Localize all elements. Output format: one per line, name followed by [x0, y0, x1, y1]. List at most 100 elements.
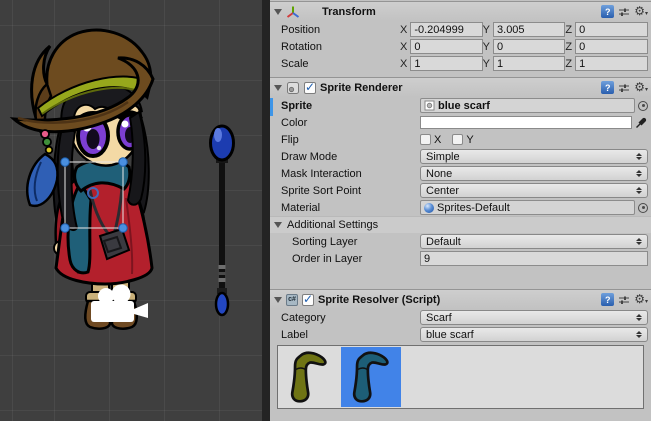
sprite-sort-point-value: Center — [426, 185, 459, 197]
order-in-layer-label: Order in Layer — [281, 253, 420, 265]
transform-header[interactable]: Transform ? ⚙▾ — [270, 1, 651, 21]
csharp-script-icon: c# — [286, 294, 298, 306]
selection-handle[interactable] — [61, 224, 69, 232]
selection-handle[interactable] — [61, 158, 69, 166]
dropdown-arrow-icon — [636, 187, 642, 194]
sprite-mini-icon — [424, 100, 435, 111]
inspector-panel: Transform ? ⚙▾ Position X Y Z Rotation X… — [270, 0, 651, 421]
x-axis-label: X — [400, 24, 407, 36]
flip-x-label: X — [434, 134, 441, 146]
foldout-icon[interactable] — [274, 222, 282, 228]
selection-handle[interactable] — [119, 158, 127, 166]
eyedropper-icon[interactable] — [635, 116, 648, 129]
scene-canvas — [0, 0, 262, 421]
additional-settings-label: Additional Settings — [287, 219, 378, 231]
draw-mode-value: Simple — [426, 151, 460, 163]
sprite-sort-point-dropdown[interactable]: Center — [420, 183, 648, 198]
gear-icon[interactable]: ⚙▾ — [634, 5, 648, 18]
position-label: Position — [281, 24, 400, 36]
scale-z-field[interactable] — [575, 56, 648, 71]
color-swatch[interactable] — [420, 116, 632, 129]
category-label: Category — [281, 312, 420, 324]
presets-icon[interactable] — [618, 294, 630, 306]
staff-sprite[interactable] — [211, 126, 234, 315]
material-object-field[interactable]: Sprites-Default — [420, 200, 635, 215]
draw-mode-label: Draw Mode — [281, 151, 420, 163]
prefab-override-bar — [270, 98, 273, 116]
panel-divider[interactable] — [262, 0, 270, 421]
sprite-sort-point-row: Sprite Sort Point Center — [270, 182, 651, 199]
flip-y-checkbox[interactable] — [452, 134, 463, 145]
transform-icon — [286, 5, 300, 19]
object-picker-icon[interactable] — [638, 203, 648, 213]
object-picker-icon[interactable] — [638, 101, 648, 111]
flip-label: Flip — [281, 134, 420, 146]
help-icon[interactable]: ? — [601, 293, 614, 306]
presets-icon[interactable] — [618, 82, 630, 94]
flip-row: Flip X Y — [270, 131, 651, 148]
sprite-value: blue scarf — [438, 100, 490, 112]
order-in-layer-row: Order in Layer — [270, 250, 651, 267]
character-sprite[interactable] — [14, 30, 153, 329]
material-sphere-icon — [424, 203, 434, 213]
position-row: Position X Y Z — [270, 21, 651, 38]
category-dropdown[interactable]: Scarf — [420, 310, 648, 325]
sprite-resolver-header[interactable]: c# Sprite Resolver (Script) ? ⚙▾ — [270, 289, 651, 309]
scene-view[interactable] — [0, 0, 262, 421]
sprite-renderer-component: Sprite Renderer ? ⚙▾ Sprite — [270, 77, 651, 267]
foldout-icon[interactable] — [274, 85, 282, 91]
material-value: Sprites-Default — [437, 202, 510, 214]
mask-interaction-value: None — [426, 168, 452, 180]
sorting-layer-value: Default — [426, 236, 461, 248]
sprite-label: Sprite — [281, 100, 420, 112]
category-row: Category Scarf — [270, 309, 651, 326]
sprite-thumbnail-selector — [277, 345, 644, 409]
rotation-y-field[interactable] — [493, 39, 565, 54]
foldout-icon[interactable] — [274, 297, 282, 303]
material-label: Material — [281, 202, 420, 214]
position-y-field[interactable] — [493, 22, 565, 37]
help-icon[interactable]: ? — [601, 81, 614, 94]
component-enabled-checkbox[interactable] — [304, 82, 316, 94]
sprite-object-field[interactable]: blue scarf — [420, 98, 635, 113]
gear-icon[interactable]: ⚙▾ — [634, 81, 648, 94]
rotation-label: Rotation — [281, 41, 400, 53]
presets-icon[interactable] — [618, 6, 630, 18]
scale-x-field[interactable] — [410, 56, 482, 71]
help-icon[interactable]: ? — [601, 5, 614, 18]
sorting-layer-label: Sorting Layer — [281, 236, 420, 248]
dropdown-arrow-icon — [636, 331, 642, 338]
mask-interaction-label: Mask Interaction — [281, 168, 420, 180]
thumbnail-green-scarf[interactable] — [279, 347, 339, 407]
color-label: Color — [281, 117, 420, 129]
additional-settings-foldout[interactable]: Additional Settings — [270, 216, 651, 233]
rotation-x-field[interactable] — [410, 39, 482, 54]
position-z-field[interactable] — [575, 22, 648, 37]
dropdown-arrow-icon — [636, 314, 642, 321]
foldout-icon[interactable] — [274, 9, 282, 15]
thumbnail-blue-scarf-selected[interactable] — [341, 347, 401, 407]
rotation-z-field[interactable] — [575, 39, 648, 54]
draw-mode-row: Draw Mode Simple — [270, 148, 651, 165]
sorting-layer-dropdown[interactable]: Default — [420, 234, 648, 249]
draw-mode-dropdown[interactable]: Simple — [420, 149, 648, 164]
gear-icon[interactable]: ⚙▾ — [634, 293, 648, 306]
mask-interaction-dropdown[interactable]: None — [420, 166, 648, 181]
component-enabled-checkbox[interactable] — [302, 294, 314, 306]
label-dropdown[interactable]: blue scarf — [420, 327, 648, 342]
order-in-layer-field[interactable] — [420, 251, 648, 266]
sprite-row: Sprite blue scarf — [270, 97, 651, 114]
scale-y-field[interactable] — [493, 56, 565, 71]
label-label: Label — [281, 329, 420, 341]
sprite-sort-point-label: Sprite Sort Point — [281, 185, 420, 197]
dropdown-arrow-icon — [636, 153, 642, 160]
sprite-renderer-icon — [286, 81, 300, 95]
material-row: Material Sprites-Default — [270, 199, 651, 216]
label-row: Label blue scarf — [270, 326, 651, 343]
dropdown-arrow-icon — [636, 170, 642, 177]
sprite-renderer-header[interactable]: Sprite Renderer ? ⚙▾ — [270, 77, 651, 97]
selection-handle[interactable] — [119, 224, 127, 232]
position-x-field[interactable] — [410, 22, 482, 37]
z-axis-label: Z — [565, 24, 572, 36]
flip-x-checkbox[interactable] — [420, 134, 431, 145]
